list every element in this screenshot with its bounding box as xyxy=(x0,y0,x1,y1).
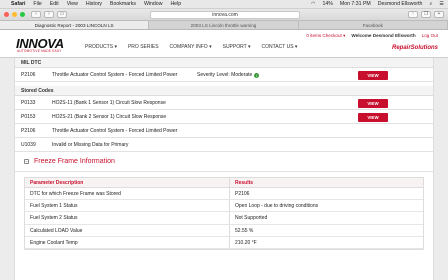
menu-edit[interactable]: Edit xyxy=(50,1,59,7)
menu-bookmarks[interactable]: Bookmarks xyxy=(110,1,136,7)
parameter-cell: Engine Coolant Temp xyxy=(25,236,230,248)
account-bar: 0 items Checkout ▾ Welcome Desmond Ellsw… xyxy=(300,33,438,39)
parameter-cell: Fuel System 1 Status xyxy=(25,200,230,212)
table-row: Engine Coolant Temp 210.20 °F xyxy=(25,236,423,249)
menubar-user[interactable]: Desmond Ellsworth xyxy=(378,1,423,7)
new-tab-button[interactable]: + xyxy=(434,11,444,18)
welcome-text: Welcome Desmond Ellsworth xyxy=(351,33,416,38)
browser-toolbar: ‹ › ▭ innova.com ↑ ❐ + xyxy=(0,9,448,21)
menu-view[interactable]: View xyxy=(67,1,78,7)
zoom-window-button[interactable] xyxy=(20,12,25,17)
collapse-icon[interactable]: − xyxy=(24,159,29,164)
mac-menubar: Safari File Edit View History Bookmarks … xyxy=(0,0,448,9)
table-row: Calculated LOAD Value 52.55 % xyxy=(25,224,423,237)
tabs-overview-button[interactable]: ❐ xyxy=(421,11,431,18)
list-icon[interactable]: ☰ xyxy=(439,1,444,7)
share-button[interactable]: ↑ xyxy=(408,11,418,18)
freeze-frame-header[interactable]: − Freeze Frame Information xyxy=(15,152,433,172)
nav-company-info[interactable]: COMPANY INFO ▾ xyxy=(170,44,212,50)
nav-pro-series[interactable]: PRO SERIES xyxy=(128,44,159,50)
forward-button[interactable]: › xyxy=(44,11,54,18)
result-cell: 52.55 % xyxy=(235,227,254,234)
site-header: INNOVA AUTOMOTIVE MADE EASY PRODUCTS ▾ P… xyxy=(0,30,448,58)
result-cell: P2106 xyxy=(235,191,250,197)
back-button[interactable]: ‹ xyxy=(31,11,41,18)
result-cell: Open Loop - due to driving conditions xyxy=(235,203,319,210)
minimize-window-button[interactable] xyxy=(12,12,17,17)
mil-dtc-heading: MIL DTC xyxy=(15,58,433,68)
sidebar-button[interactable]: ▭ xyxy=(57,11,67,18)
address-bar[interactable]: innova.com xyxy=(150,11,300,19)
main-nav: PRODUCTS ▾ PRO SERIES COMPANY INFO ▾ SUP… xyxy=(85,44,308,50)
menu-window[interactable]: Window xyxy=(144,1,162,7)
clock[interactable]: Mon 7:31 PM xyxy=(340,1,371,7)
severity: Severity Level: Moderate i xyxy=(197,72,260,78)
dtc-code: P2106 xyxy=(21,71,36,78)
tab-bar: Diagnostic Report - 2003 LINCOLN LS 2003… xyxy=(0,21,448,30)
tab-facebook[interactable]: Facebook xyxy=(299,21,448,29)
dtc-code: P0153 xyxy=(21,113,36,120)
table-row: Fuel System 2 Status Not Supported xyxy=(25,212,423,225)
view-button[interactable]: VIEW xyxy=(358,71,388,80)
logo-tagline: AUTOMOTIVE MADE EASY xyxy=(17,49,62,53)
table-header: Parameter Description Results xyxy=(25,178,423,188)
search-icon[interactable]: ⌕ xyxy=(429,1,432,8)
dtc-code: P0133 xyxy=(21,99,36,106)
view-button[interactable]: VIEW xyxy=(358,113,388,122)
view-button[interactable]: VIEW xyxy=(358,99,388,108)
table-row: P0153 HO2S-21 (Bank 2 Sensor 1) Circuit … xyxy=(15,110,433,124)
nav-products[interactable]: PRODUCTS ▾ xyxy=(85,44,117,50)
dtc-code: U1039 xyxy=(21,141,36,148)
freeze-frame-table: Parameter Description Results DTC for wh… xyxy=(24,177,424,250)
menu-history[interactable]: History xyxy=(86,1,102,7)
dtc-description: Throttle Actuator Control System - Force… xyxy=(52,127,178,134)
battery-level[interactable]: 14% xyxy=(323,1,333,7)
menu-help[interactable]: Help xyxy=(170,1,181,7)
nav-support[interactable]: SUPPORT ▾ xyxy=(223,44,251,50)
table-row: P2106 Throttle Actuator Control System -… xyxy=(15,68,433,82)
table-row: U1039 Invalid or Missing Data for Primar… xyxy=(15,138,433,152)
stored-codes-heading: Stored Codes xyxy=(15,86,433,96)
menu-app[interactable]: Safari xyxy=(11,1,25,7)
tab-diagnostic-report[interactable]: Diagnostic Report - 2003 LINCOLN LS xyxy=(0,21,150,29)
freeze-frame-title: Freeze Frame Information xyxy=(34,158,115,165)
table-row: P2106 Throttle Actuator Control System -… xyxy=(15,124,433,138)
result-cell: Not Supported xyxy=(235,215,268,222)
severity-text: Severity Level: Moderate xyxy=(197,72,253,78)
table-row: Fuel System 1 Status Open Loop - due to … xyxy=(25,200,423,213)
tab-lincoln-throttle[interactable]: 2003 LS Lincoln throttle warning xyxy=(149,21,299,29)
table-row: DTC for which Freeze Frame was Stored P2… xyxy=(25,188,423,201)
nav-contact-us[interactable]: CONTACT US ▾ xyxy=(262,44,298,50)
wifi-icon[interactable]: ◠ xyxy=(311,1,316,7)
parameter-cell: Fuel System 2 Status xyxy=(25,212,230,224)
dtc-description: Invalid or Missing Data for Primary xyxy=(52,141,129,148)
parameter-cell: Calculated LOAD Value xyxy=(25,224,230,236)
dtc-code: P2106 xyxy=(21,127,36,134)
repairsolutions-logo[interactable]: RepairSolutions xyxy=(392,45,438,51)
report-content: MIL DTC P2106 Throttle Actuator Control … xyxy=(14,58,434,280)
logout-link[interactable]: Log Out xyxy=(422,33,438,39)
menu-file[interactable]: File xyxy=(33,1,41,7)
dtc-description: HO2S-11 (Bank 1 Sensor 1) Circuit Slow R… xyxy=(52,99,166,106)
result-cell: 210.20 °F xyxy=(235,239,257,246)
info-icon[interactable]: i xyxy=(254,72,260,78)
column-header-parameter: Parameter Description xyxy=(25,178,230,187)
cart-link[interactable]: 0 items Checkout ▾ xyxy=(306,33,345,39)
column-header-results: Results xyxy=(235,180,254,186)
close-window-button[interactable] xyxy=(4,12,9,17)
parameter-cell: DTC for which Freeze Frame was Stored xyxy=(25,188,230,200)
table-row: P0133 HO2S-11 (Bank 1 Sensor 1) Circuit … xyxy=(15,96,433,110)
dtc-description: HO2S-21 (Bank 2 Sensor 1) Circuit Slow R… xyxy=(52,113,167,120)
dtc-description: Throttle Actuator Control System - Force… xyxy=(52,71,178,78)
